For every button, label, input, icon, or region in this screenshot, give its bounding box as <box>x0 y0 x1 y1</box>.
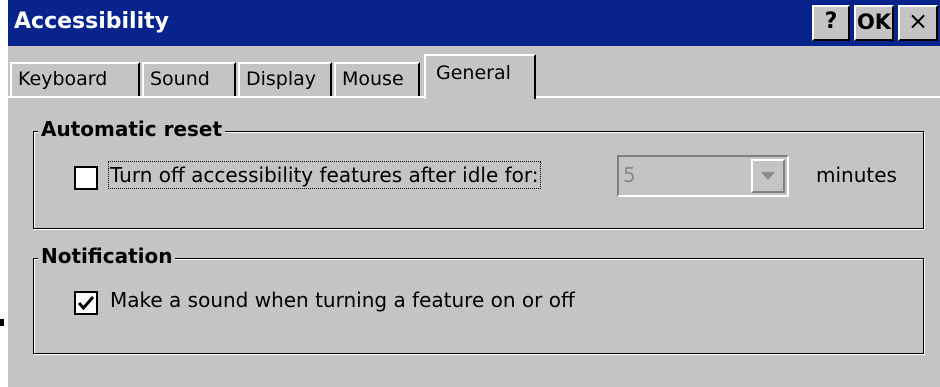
idle-minutes-value: 5 <box>623 163 636 187</box>
accessibility-dialog: Accessibility ? OK × Keyboard Sound Disp… <box>8 0 940 387</box>
ok-button[interactable]: OK <box>854 5 894 41</box>
automatic-reset-group-label: Automatic reset <box>38 117 226 141</box>
minutes-label: minutes <box>816 163 897 187</box>
notification-group-label: Notification <box>38 244 176 268</box>
notification-sound-label[interactable]: Make a sound when turning a feature on o… <box>110 288 575 312</box>
tab-general-label: General <box>436 62 511 84</box>
tab-mouse-label: Mouse <box>342 68 404 90</box>
idle-minutes-dropdown-button[interactable] <box>751 159 785 193</box>
window-edge-mark <box>0 319 4 326</box>
tab-sound[interactable]: Sound <box>142 62 236 96</box>
close-button[interactable]: × <box>898 5 938 41</box>
title-bar: Accessibility ? OK × <box>8 0 940 46</box>
tab-display-label: Display <box>246 68 317 90</box>
tab-keyboard[interactable]: Keyboard <box>10 62 140 96</box>
idle-reset-label[interactable]: Turn off accessibility features after id… <box>108 161 541 189</box>
window-title: Accessibility <box>14 9 169 34</box>
help-button[interactable]: ? <box>812 5 850 41</box>
idle-reset-checkbox[interactable] <box>74 166 98 190</box>
tab-mouse[interactable]: Mouse <box>334 62 420 96</box>
checkmark-icon <box>77 296 95 311</box>
notification-sound-checkbox[interactable] <box>74 291 98 315</box>
idle-minutes-combo[interactable]: 5 <box>617 155 789 197</box>
tab-sound-label: Sound <box>150 68 210 90</box>
tab-keyboard-label: Keyboard <box>18 68 108 90</box>
tab-general[interactable]: General <box>424 54 536 99</box>
chevron-down-icon <box>761 172 775 180</box>
tab-display[interactable]: Display <box>238 62 332 96</box>
